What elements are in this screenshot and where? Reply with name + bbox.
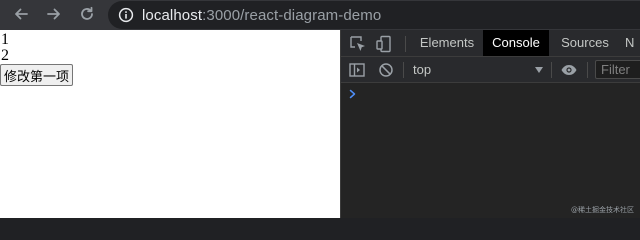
back-button[interactable] — [8, 2, 34, 26]
url-path: :3000/react-diagram-demo — [202, 6, 382, 24]
arrow-left-icon — [15, 8, 28, 20]
tab-network[interactable]: N — [625, 30, 640, 56]
eye-icon[interactable] — [560, 61, 578, 79]
list-item: 2 — [1, 47, 9, 64]
toolbar-divider — [551, 62, 552, 78]
tab-elements[interactable]: Elements — [413, 30, 481, 56]
sidebar-toggle-icon[interactable] — [348, 61, 366, 79]
reload-icon — [81, 6, 93, 20]
url-host: localhost — [142, 6, 203, 24]
info-icon[interactable] — [118, 7, 134, 23]
reload-button[interactable] — [74, 2, 100, 26]
tab-console[interactable]: Console — [483, 30, 549, 56]
modify-first-item-button[interactable]: 修改第一项 — [0, 64, 74, 86]
list-item: 1 — [1, 31, 9, 48]
page-viewport: 1 2 修改第一项 — [0, 30, 340, 218]
tab-sources[interactable]: Sources — [553, 30, 617, 56]
clear-console-icon[interactable] — [377, 61, 395, 79]
toolbar-divider — [403, 62, 404, 78]
forward-button[interactable] — [41, 2, 67, 26]
address-bar[interactable]: localhost:3000/react-diagram-demo — [108, 1, 640, 29]
device-toolbar-icon[interactable] — [375, 35, 393, 53]
console-output[interactable]: @稀土掘金技术社区 — [341, 83, 640, 218]
toolbar-divider — [587, 62, 588, 78]
watermark: @稀土掘金技术社区 — [571, 206, 634, 214]
browser-toolbar: localhost:3000/react-diagram-demo — [0, 0, 640, 30]
toolbar-divider — [405, 36, 406, 52]
context-value: top — [413, 62, 432, 77]
devtools-panel: Elements Console Sources N top Filter @稀… — [340, 30, 640, 218]
context-selector[interactable]: top — [413, 61, 543, 79]
url-text: localhost:3000/react-diagram-demo — [142, 7, 381, 24]
dropdown-arrow-icon — [535, 67, 543, 73]
arrow-right-icon — [47, 8, 60, 20]
console-prompt-icon — [349, 89, 356, 99]
devtools-tabbar: Elements Console Sources N — [341, 30, 640, 57]
console-filter-input[interactable] — [595, 60, 640, 79]
inspect-element-icon[interactable] — [349, 35, 367, 53]
console-toolbar: top — [341, 57, 640, 83]
